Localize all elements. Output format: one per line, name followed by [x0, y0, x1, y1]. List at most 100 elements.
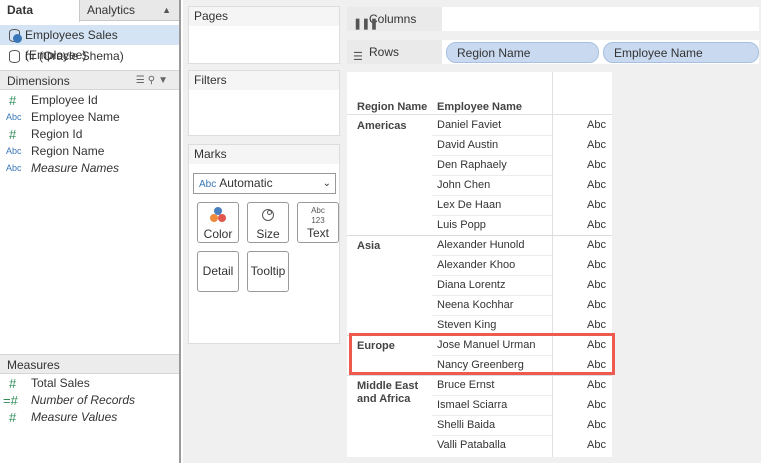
number-icon: # — [9, 127, 17, 142]
value-cell[interactable]: Abc — [587, 415, 606, 435]
active-checkmark-icon — [13, 34, 22, 43]
header-region-name[interactable]: Region Name — [357, 101, 427, 113]
detail-button[interactable]: Detail — [197, 251, 239, 292]
size-icon — [248, 207, 288, 227]
data-pane: Data Analytics ▲ Employees Sales (Employe… — [0, 0, 181, 463]
field-label: Number of Records — [31, 393, 136, 407]
value-cell[interactable]: Abc — [587, 155, 606, 175]
minimize-icon[interactable]: ▲ — [162, 0, 171, 21]
employee-name-cell[interactable]: Alexander Hunold — [437, 235, 524, 255]
view-toggle-icon[interactable]: ☰ — [136, 75, 148, 86]
field-number-of-records[interactable]: =# Number of Records — [0, 392, 179, 409]
tab-data[interactable]: Data — [0, 0, 80, 22]
field-employee-name[interactable]: Abc Employee Name — [0, 109, 179, 126]
marks-card: Marks Abc Automatic ⌄ Color Size Abc 123 … — [188, 144, 340, 344]
dimensions-tools: ☰⚲▼ — [136, 71, 171, 91]
text-label: Text — [306, 226, 329, 240]
mark-type-value: Automatic — [219, 176, 273, 190]
value-cell[interactable]: Abc — [587, 235, 606, 255]
rows-shelf[interactable]: ☰ Rows Region Name Employee Name — [347, 40, 759, 64]
rows-label: Rows — [369, 45, 400, 59]
field-label: Total Sales — [31, 376, 90, 390]
field-label: Measure Names — [31, 161, 120, 175]
data-source-hr[interactable]: hr (Oracle Shema) — [0, 46, 179, 66]
worksheet-area: ❚❚❚ Columns ☰ Rows Region Name Employee Na… — [343, 0, 761, 463]
employee-name-cell[interactable]: Den Raphaely — [437, 155, 507, 175]
employee-name-cell[interactable]: David Austin — [437, 135, 498, 155]
search-icon[interactable]: ⚲ — [148, 75, 158, 86]
employee-name-cell[interactable]: Alexander Khoo — [437, 255, 515, 275]
employee-name-cell[interactable]: Diana Lorentz — [437, 275, 506, 295]
pane-tabs: Data Analytics ▲ — [0, 0, 179, 22]
columns-shelf-label: ❚❚❚ Columns — [347, 7, 442, 31]
employee-name-cell[interactable]: Neena Kochhar — [437, 295, 513, 315]
measures-header: Measures — [0, 354, 179, 374]
employee-name-cell[interactable]: John Chen — [437, 175, 490, 195]
chevron-down-icon: ⌄ — [322, 178, 331, 189]
value-cell[interactable]: Abc — [587, 315, 606, 335]
text-icon: Abc — [6, 146, 22, 156]
employee-name-cell[interactable]: Daniel Faviet — [437, 115, 501, 135]
value-cell[interactable]: Abc — [587, 175, 606, 195]
value-cell[interactable]: Abc — [587, 215, 606, 235]
field-region-name[interactable]: Abc Region Name — [0, 143, 179, 160]
pill-region-name[interactable]: Region Name — [446, 42, 599, 63]
number-icon: # — [9, 93, 17, 108]
tab-analytics[interactable]: Analytics ▲ — [81, 0, 179, 21]
text-icon: Abc — [6, 112, 22, 122]
cards-pane: Pages Filters Marks Abc Automatic ⌄ Color… — [183, 0, 343, 463]
value-cell[interactable]: Abc — [587, 115, 606, 135]
text-icon: Abc 123 — [311, 206, 325, 225]
field-total-sales[interactable]: # Total Sales — [0, 375, 179, 392]
employee-name-cell[interactable]: Luis Popp — [437, 215, 486, 235]
region-header[interactable]: Middle East and Africa — [357, 380, 432, 406]
measures-title: Measures — [7, 358, 60, 372]
field-label: Employee Id — [31, 93, 98, 107]
header-employee-name[interactable]: Employee Name — [437, 101, 522, 113]
text-mark-icon: Abc — [199, 179, 217, 190]
value-cell[interactable]: Abc — [587, 375, 606, 395]
size-label: Size — [256, 227, 280, 241]
employee-name-cell[interactable]: Bruce Ernst — [437, 375, 494, 395]
tab-analytics-label: Analytics — [87, 3, 136, 17]
region-header[interactable]: Americas — [357, 120, 432, 133]
dimensions-title: Dimensions — [7, 74, 70, 88]
pill-employee-name[interactable]: Employee Name — [603, 42, 759, 63]
mark-type-dropdown[interactable]: Abc Automatic ⌄ — [193, 173, 336, 194]
employee-name-cell[interactable]: Ismael Sciarra — [437, 395, 507, 415]
employee-name-cell[interactable]: Valli Pataballa — [437, 435, 506, 455]
chevron-down-icon[interactable]: ▼ — [158, 75, 171, 86]
employee-name-cell[interactable]: Shelli Baida — [437, 415, 495, 435]
color-button[interactable]: Color — [197, 202, 239, 243]
region-header[interactable]: Asia — [357, 240, 432, 253]
field-label: Region Name — [31, 144, 105, 158]
rows-shelf-label: ☰ Rows — [347, 40, 442, 64]
tooltip-button[interactable]: Tooltip — [247, 251, 289, 292]
value-cell[interactable]: Abc — [587, 255, 606, 275]
filters-card[interactable]: Filters — [188, 70, 340, 136]
employee-name-cell[interactable]: Steven King — [437, 315, 496, 335]
field-measure-names[interactable]: Abc Measure Names — [0, 160, 179, 177]
highlight-box — [349, 333, 615, 375]
pages-card[interactable]: Pages — [188, 6, 340, 64]
marks-title: Marks — [189, 145, 339, 164]
filters-title: Filters — [189, 71, 339, 90]
value-cell[interactable]: Abc — [587, 195, 606, 215]
color-icon — [198, 207, 238, 227]
value-cell[interactable]: Abc — [587, 275, 606, 295]
text-button[interactable]: Abc 123 Text — [297, 202, 339, 243]
value-cell[interactable]: Abc — [587, 135, 606, 155]
size-button[interactable]: Size — [247, 202, 289, 243]
value-cell[interactable]: Abc — [587, 395, 606, 415]
dimensions-header: Dimensions ☰⚲▼ — [0, 70, 179, 90]
columns-shelf[interactable]: ❚❚❚ Columns — [347, 7, 759, 31]
value-cell[interactable]: Abc — [587, 435, 606, 455]
field-measure-values[interactable]: # Measure Values — [0, 409, 179, 426]
field-employee-id[interactable]: # Employee Id — [0, 92, 179, 109]
value-cell[interactable]: Abc — [587, 295, 606, 315]
color-label: Color — [203, 227, 233, 241]
field-region-id[interactable]: # Region Id — [0, 126, 179, 143]
column-divider — [552, 72, 553, 457]
data-source-employees-sales[interactable]: Employees Sales (Employee) — [0, 25, 179, 62]
employee-name-cell[interactable]: Lex De Haan — [437, 195, 501, 215]
